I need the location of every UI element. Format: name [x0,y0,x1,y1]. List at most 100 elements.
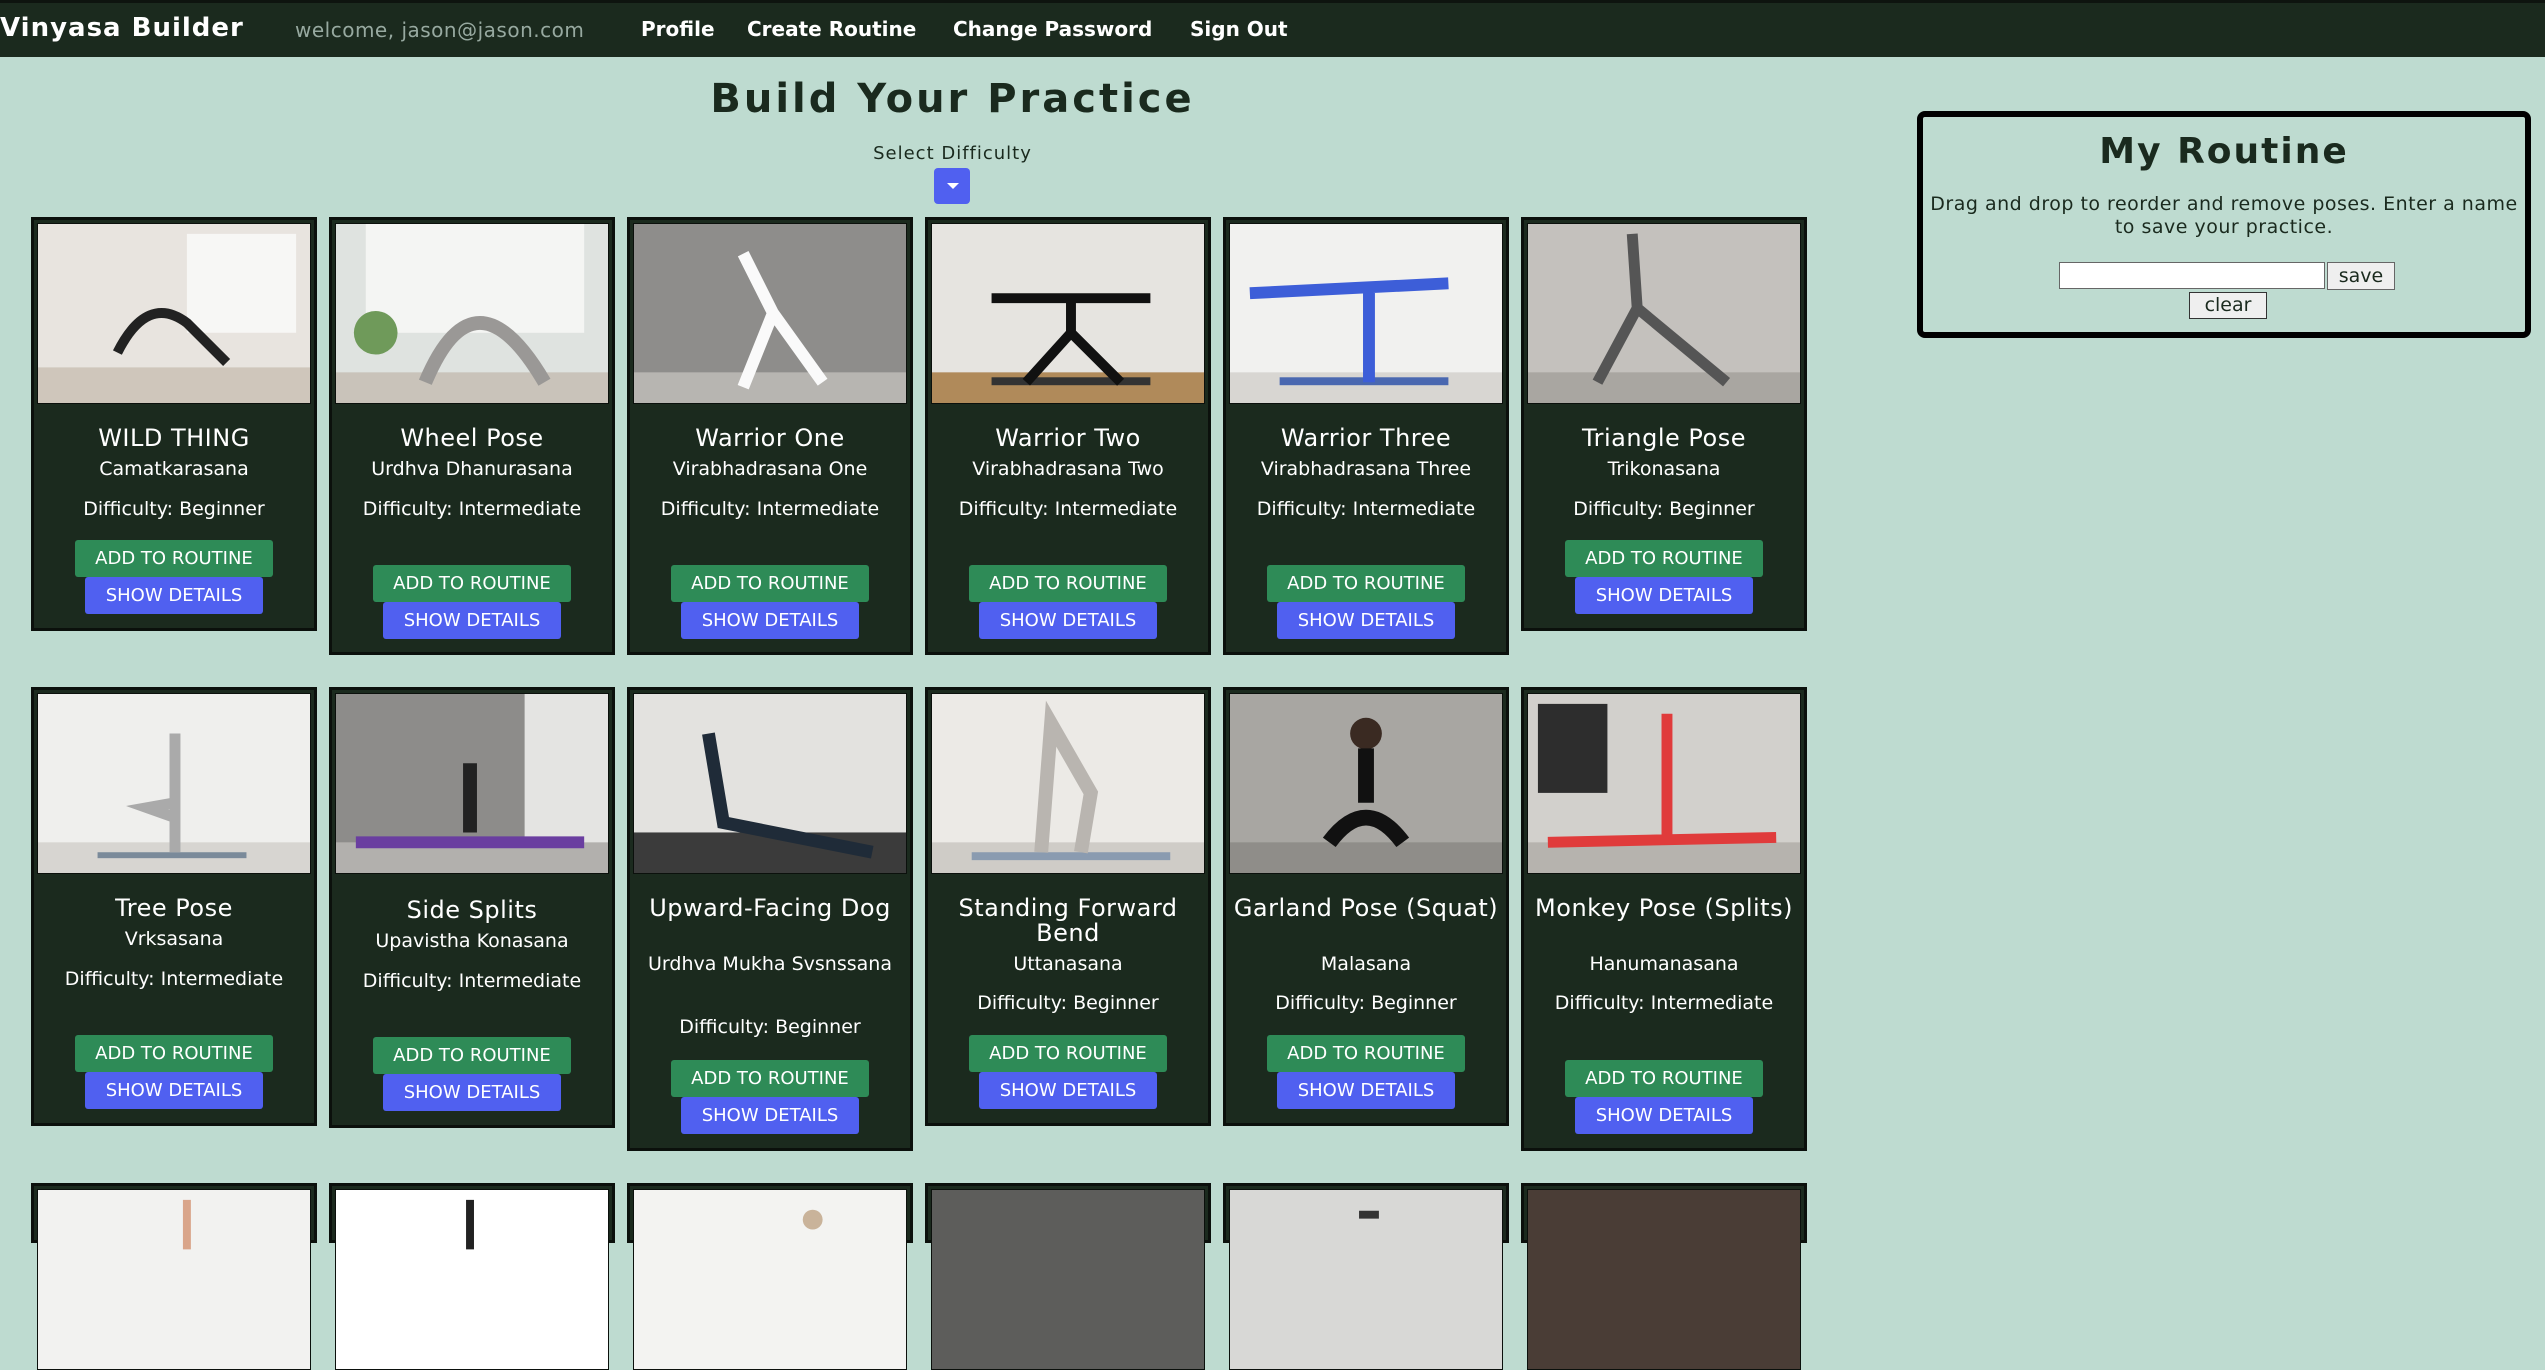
save-button[interactable]: save [2327,262,2395,290]
add-to-routine-button[interactable]: ADD TO ROUTINE [1565,1060,1763,1097]
add-to-routine-button[interactable]: ADD TO ROUTINE [75,1035,273,1072]
pose-card: Side Splits Upavistha Konasana Difficult… [329,687,615,1128]
pose-sanskrit-name: Urdhva Dhanurasana [371,458,573,480]
add-to-routine-button[interactable]: ADD TO ROUTINE [671,1060,869,1097]
add-to-routine-button[interactable]: ADD TO ROUTINE [373,565,571,602]
pose-card: Upward-Facing Dog Urdhva Mukha Svsnssana… [627,687,913,1151]
pose-photo [633,693,907,874]
pose-photo [633,223,907,404]
pose-photo [1229,223,1503,404]
nav-profile-link[interactable]: Profile [641,17,715,41]
add-to-routine-button[interactable]: ADD TO ROUTINE [671,565,869,602]
show-details-button[interactable]: SHOW DETAILS [383,1074,561,1111]
pose-card [31,1183,317,1370]
add-to-routine-button[interactable]: ADD TO ROUTINE [1267,565,1465,602]
pose-difficulty: Difficulty: Beginner [679,1016,861,1038]
pose-difficulty: Difficulty: Intermediate [1554,992,1774,1014]
add-to-routine-button[interactable]: ADD TO ROUTINE [1565,540,1763,577]
pose-difficulty: Difficulty: Beginner [1275,992,1457,1014]
pose-card: Standing Forward Bend Uttanasana Difficu… [925,687,1211,1126]
pose-card: Monkey Pose (Splits) Hanumanasana Diffic… [1521,687,1807,1151]
pose-photo [1229,693,1503,874]
add-to-routine-button[interactable]: ADD TO ROUTINE [75,540,273,577]
difficulty-dropdown-button[interactable] [934,168,970,204]
show-details-button[interactable]: SHOW DETAILS [85,1072,263,1109]
pose-name: Warrior Two [995,424,1141,452]
pose-sanskrit-name: Urdhva Mukha Svsnssana [648,953,892,975]
show-details-button[interactable]: SHOW DETAILS [1277,1072,1455,1109]
pose-card: Warrior One Virabhadrasana One Difficult… [627,217,913,655]
pose-difficulty: Difficulty: Intermediate [362,970,582,992]
pose-photo [1229,1189,1503,1370]
pose-photo [335,223,609,404]
pose-card: Wheel Pose Urdhva Dhanurasana Difficulty… [329,217,615,655]
pose-name: WILD THING [98,424,250,452]
add-to-routine-button[interactable]: ADD TO ROUTINE [1267,1035,1465,1072]
show-details-button[interactable]: SHOW DETAILS [1277,602,1455,639]
pose-name: Side Splits [406,896,538,924]
pose-card [1521,1183,1807,1370]
add-to-routine-button[interactable]: ADD TO ROUTINE [969,1035,1167,1072]
pose-sanskrit-name: Uttanasana [1013,953,1123,975]
pose-photo [37,1189,311,1370]
pose-photo [37,693,311,874]
pose-photo [931,223,1205,404]
nav-sign-out-link[interactable]: Sign Out [1190,17,1288,41]
pose-sanskrit-name: Virabhadrasana Three [1260,458,1472,480]
pose-photo [1527,223,1801,404]
pose-sanskrit-name: Vrksasana [124,928,224,950]
pose-photo [335,693,609,874]
show-details-button[interactable]: SHOW DETAILS [681,1097,859,1134]
pose-difficulty: Difficulty: Beginner [1573,498,1755,520]
nav-change-password-link[interactable]: Change Password [953,17,1152,41]
pose-card: Warrior Two Virabhadrasana Two Difficult… [925,217,1211,655]
show-details-button[interactable]: SHOW DETAILS [1575,577,1753,614]
nav-create-routine-link[interactable]: Create Routine [747,17,916,41]
show-details-button[interactable]: SHOW DETAILS [85,577,263,614]
pose-photo [931,693,1205,874]
difficulty-select-label: Select Difficulty [873,143,1032,164]
top-navbar: Vinyasa Builder welcome, jason@jason.com… [0,0,2545,57]
pose-difficulty: Difficulty: Intermediate [958,498,1178,520]
pose-sanskrit-name: Upavistha Konasana [375,930,569,952]
show-details-button[interactable]: SHOW DETAILS [681,602,859,639]
pose-difficulty: Difficulty: Intermediate [64,968,284,990]
caret-down-icon [947,183,959,189]
pose-photo [335,1189,609,1370]
pose-card: Tree Pose Vrksasana Difficulty: Intermed… [31,687,317,1126]
pose-sanskrit-name: Virabhadrasana One [672,458,868,480]
pose-name: Warrior One [695,424,845,452]
pose-difficulty: Difficulty: Intermediate [1256,498,1476,520]
show-details-button[interactable]: SHOW DETAILS [979,1072,1157,1109]
pose-name: Tree Pose [115,894,233,922]
pose-difficulty: Difficulty: Intermediate [362,498,582,520]
pose-name: Upward-Facing Dog [649,894,891,922]
routine-name-input[interactable] [2059,262,2325,289]
pose-card [1223,1183,1509,1370]
pose-sanskrit-name: Trikonasana [1607,458,1721,480]
pose-photo [37,223,311,404]
routine-title: My Routine [2099,131,2349,172]
clear-button[interactable]: clear [2189,292,2267,319]
pose-card [627,1183,913,1370]
welcome-message: welcome, jason@jason.com [295,18,585,42]
pose-name: Garland Pose (Squat) [1233,894,1499,922]
show-details-button[interactable]: SHOW DETAILS [383,602,561,639]
pose-sanskrit-name: Virabhadrasana Two [972,458,1164,480]
pose-photo [633,1189,907,1370]
pose-difficulty: Difficulty: Beginner [83,498,265,520]
show-details-button[interactable]: SHOW DETAILS [979,602,1157,639]
show-details-button[interactable]: SHOW DETAILS [1575,1097,1753,1134]
add-to-routine-button[interactable]: ADD TO ROUTINE [969,565,1167,602]
pose-photo [1527,1189,1801,1370]
pose-difficulty: Difficulty: Intermediate [660,498,880,520]
page-title: Build Your Practice [710,76,1195,122]
pose-name: Wheel Pose [400,424,544,452]
brand-logo-text[interactable]: Vinyasa Builder [0,13,244,43]
my-routine-panel: My Routine Drag and drop to reorder and … [1917,111,2531,338]
pose-photo [1527,693,1801,874]
pose-name: Triangle Pose [1582,424,1746,452]
add-to-routine-button[interactable]: ADD TO ROUTINE [373,1037,571,1074]
pose-sanskrit-name: Hanumanasana [1589,953,1739,975]
pose-name: Monkey Pose (Splits) [1535,894,1793,922]
